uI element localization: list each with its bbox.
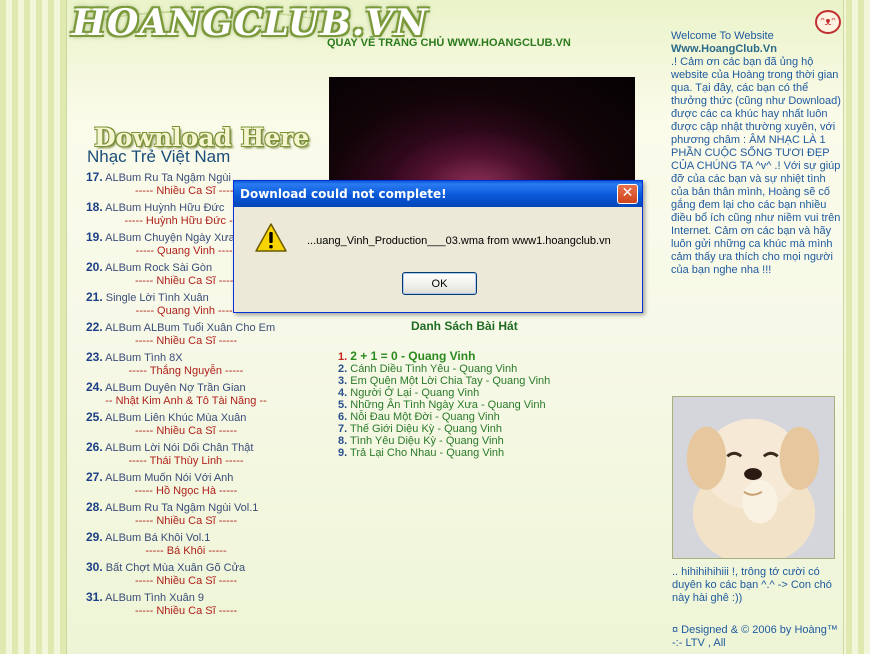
album-link[interactable]: ALBum Rock Sài Gòn <box>105 262 212 274</box>
album-number: 25. <box>86 410 103 424</box>
album-link[interactable]: Bất Chợt Mùa Xuân Gõ Cửa <box>106 562 245 574</box>
left-decorative-stripe <box>0 0 70 654</box>
song-number: 5. <box>338 399 348 411</box>
album-number: 24. <box>86 380 103 394</box>
album-item: 25. ALBum Liên Khúc Mùa Xuân ----- Nhiều … <box>86 411 316 438</box>
song-link[interactable]: Trả Lại Cho Nhau - Quang Vinh <box>350 447 504 459</box>
close-icon[interactable]: ✕ <box>617 184 638 204</box>
album-link[interactable]: Single Lời Tình Xuân <box>106 292 209 304</box>
album-artist: -- Nhật Kim Anh & Tô Tài Năng -- <box>105 395 267 407</box>
album-link[interactable]: ALBum Lời Nói Dối Chân Thật <box>105 442 253 454</box>
dialog-titlebar[interactable]: Download could not complete! ✕ <box>234 181 642 207</box>
album-link[interactable]: ALBum Muốn Nói Với Anh <box>105 472 233 484</box>
album-link[interactable]: ALBum Duyên Nợ Trần Gian <box>105 382 246 394</box>
song-number: 9. <box>338 447 348 459</box>
album-number: 19. <box>86 230 103 244</box>
album-number: 17. <box>86 170 103 184</box>
album-item: 27. ALBum Muốn Nói Với Anh ----- Hồ Ngọc … <box>86 471 316 498</box>
song-number: 1. <box>338 351 348 363</box>
song-link[interactable]: Người Ở Lại - Quang Vinh <box>350 387 479 399</box>
home-link[interactable]: QUAY VỀ TRANG CHỦ WWW.HOANGCLUB.VN <box>327 37 571 49</box>
puppy-image <box>672 396 835 559</box>
album-number: 28. <box>86 500 103 514</box>
site-name[interactable]: Www.HoangClub.Vn <box>671 43 841 56</box>
album-artist: ----- Nhiều Ca Sĩ ----- <box>134 425 238 437</box>
dialog-message: ...uang_Vinh_Production___03.wma from ww… <box>307 235 611 247</box>
album-number: 22. <box>86 320 103 334</box>
album-artist: ----- Thắng Nguyễn ----- <box>128 365 244 377</box>
album-item: 28. ALBum Ru Ta Ngậm Ngùi Vol.1 ----- Nhi… <box>86 501 316 528</box>
album-link[interactable]: ALBum Liên Khúc Mùa Xuân <box>105 412 246 424</box>
album-artist: ----- Nhiều Ca Sĩ ----- <box>134 515 238 527</box>
song-item[interactable]: 9. Trả Lại Cho Nhau - Quang Vinh <box>338 447 550 459</box>
album-artist: ----- Nhiều Ca Sĩ ----- <box>134 575 238 587</box>
ok-button[interactable]: OK <box>402 272 477 295</box>
footer-credit: ¤ Designed & © 2006 by Hoàng™ -:- LTV , … <box>672 624 838 649</box>
warning-icon <box>255 223 287 252</box>
album-artist: ----- Nhiều Ca Sĩ ----- <box>134 605 238 617</box>
song-number: 4. <box>338 387 348 399</box>
album-item: 30. Bất Chợt Mùa Xuân Gõ Cửa ----- Nhiều … <box>86 561 316 588</box>
song-number: 7. <box>338 423 348 435</box>
song-item[interactable]: 4. Người Ở Lại - Quang Vinh <box>338 387 550 399</box>
song-item[interactable]: 3. Em Quên Một Lời Chia Tay - Quang Vinh <box>338 375 550 387</box>
song-link[interactable]: Tình Yêu Diệu Kỳ - Quang Vinh <box>350 435 504 447</box>
album-item: 26. ALBum Lời Nói Dối Chân Thật ----- Thá… <box>86 441 316 468</box>
album-item: 31. ALBum Tình Xuân 9 ----- Nhiều Ca Sĩ -… <box>86 591 316 618</box>
song-number: 2. <box>338 363 348 375</box>
puppy-illustration <box>673 397 834 558</box>
song-item[interactable]: 6. Nỗi Đau Một Đời - Quang Vinh <box>338 411 550 423</box>
album-link[interactable]: ALBum ALBum Tuổi Xuân Cho Em <box>105 322 275 334</box>
song-item[interactable]: 8. Tình Yêu Diệu Kỳ - Quang Vinh <box>338 435 550 447</box>
album-link[interactable]: ALBum Tình Xuân 9 <box>105 592 204 604</box>
intro-text: .! Cảm ơn các bạn đã ủng hộ website của … <box>671 56 841 276</box>
album-link[interactable]: ALBum Tình 8X <box>105 352 182 364</box>
album-number: 31. <box>86 590 103 604</box>
album-item: 23. ALBum Tình 8X ----- Thắng Nguyễn ----… <box>86 351 316 378</box>
song-number: 6. <box>338 411 348 423</box>
album-link[interactable]: ALBum Ru Ta Ngậm Ngùi Vol.1 <box>105 502 258 514</box>
song-item[interactable]: 2. Cánh Diều Tình Yêu - Quang Vinh <box>338 363 550 375</box>
song-link[interactable]: Thế Giới Diệu Kỳ - Quang Vinh <box>350 423 502 435</box>
album-artist: ----- Thái Thùy Linh ----- <box>128 455 244 467</box>
album-number: 30. <box>86 560 103 574</box>
song-number: 8. <box>338 435 348 447</box>
album-number: 18. <box>86 200 103 214</box>
section-title: Nhạc Trẻ Việt Nam <box>87 147 231 166</box>
mascot-icon: ᵔᴥᵔ <box>815 10 841 34</box>
album-number: 29. <box>86 530 103 544</box>
album-number: 27. <box>86 470 103 484</box>
song-link[interactable]: Những Ân Tình Ngày Xưa - Quang Vinh <box>350 399 545 411</box>
song-link[interactable]: Cánh Diều Tình Yêu - Quang Vinh <box>350 363 517 375</box>
welcome-panel: Welcome To Website Www.HoangClub.Vn .! C… <box>671 30 841 277</box>
welcome-text: Welcome To Website <box>671 30 774 42</box>
song-link[interactable]: 2 + 1 = 0 - Quang Vinh <box>350 349 475 363</box>
song-list: 1. 2 + 1 = 0 - Quang Vinh 2. Cánh Diều Tì… <box>338 350 550 459</box>
album-artist: ----- Hồ Ngọc Hà ----- <box>134 485 238 497</box>
album-link[interactable]: ALBum Chuyện Ngày Xưa <box>105 232 235 244</box>
album-number: 26. <box>86 440 103 454</box>
album-item: 24. ALBum Duyên Nợ Trần Gian -- Nhật Kim … <box>86 381 316 408</box>
puppy-caption: .. hihihihihiii !, trông tớ cười có duyê… <box>672 566 832 604</box>
album-number: 20. <box>86 260 103 274</box>
songs-title: Danh Sách Bài Hát <box>411 319 518 333</box>
album-artist: ----- Nhiều Ca Sĩ ----- <box>134 335 238 347</box>
song-item[interactable]: 7. Thế Giới Diệu Kỳ - Quang Vinh <box>338 423 550 435</box>
album-item: 22. ALBum ALBum Tuổi Xuân Cho Em ----- Nh… <box>86 321 316 348</box>
album-item: 29. ALBum Bá Khôi Vol.1 ----- Bá Khôi ---… <box>86 531 316 558</box>
download-error-dialog: Download could not complete! ✕ ...uang_V… <box>233 180 643 313</box>
song-link[interactable]: Nỗi Đau Một Đời - Quang Vinh <box>350 411 499 423</box>
album-number: 21. <box>86 290 103 304</box>
song-item[interactable]: 1. 2 + 1 = 0 - Quang Vinh <box>338 350 550 363</box>
album-link[interactable]: ALBum Huỳnh Hữu Đức <box>105 202 224 214</box>
album-artist: ----- Bá Khôi ----- <box>145 545 227 557</box>
album-link[interactable]: ALBum Ru Ta Ngậm Ngùi <box>105 172 231 184</box>
song-link[interactable]: Em Quên Một Lời Chia Tay - Quang Vinh <box>350 375 550 387</box>
album-number: 23. <box>86 350 103 364</box>
album-link[interactable]: ALBum Bá Khôi Vol.1 <box>105 532 210 544</box>
dialog-title: Download could not complete! <box>240 187 447 201</box>
dialog-body: ...uang_Vinh_Production___03.wma from ww… <box>234 207 642 312</box>
song-item[interactable]: 5. Những Ân Tình Ngày Xưa - Quang Vinh <box>338 399 550 411</box>
song-number: 3. <box>338 375 348 387</box>
